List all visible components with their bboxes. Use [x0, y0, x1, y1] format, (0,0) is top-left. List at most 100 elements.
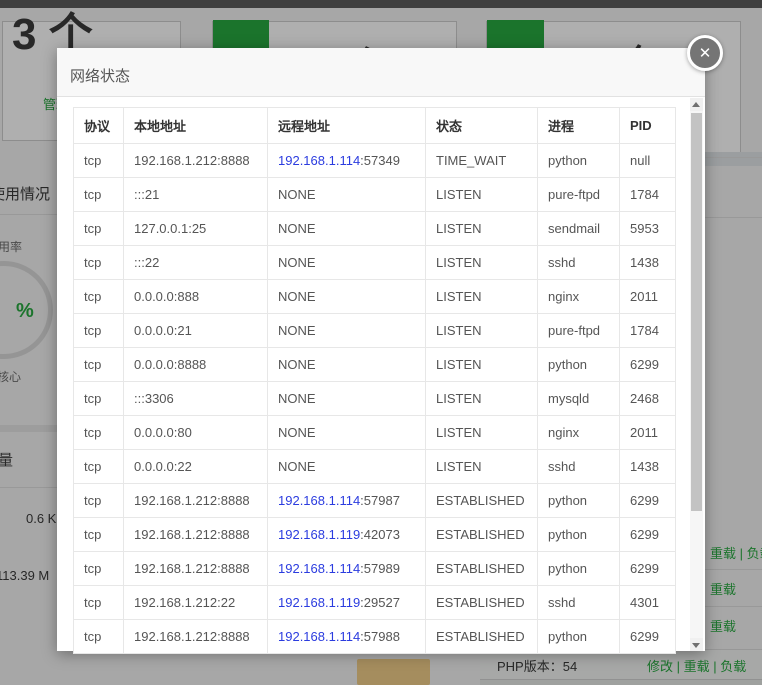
cell-state: ESTABLISHED: [426, 552, 538, 586]
cell-remote-address: NONE: [268, 450, 426, 484]
cell-pid: 4301: [620, 586, 676, 620]
arrow-up-icon: [692, 102, 700, 107]
cell-pid: 5953: [620, 212, 676, 246]
cell-remote-address: 192.168.1.119:42073: [268, 518, 426, 552]
remote-port: :29527: [360, 595, 400, 610]
cell-pid: 6299: [620, 552, 676, 586]
cell-process: sendmail: [538, 212, 620, 246]
cell-local-address: 192.168.1.212:22: [124, 586, 268, 620]
cell-remote-address: 192.168.1.119:29527: [268, 586, 426, 620]
scrollbar-thumb[interactable]: [691, 113, 702, 511]
column-header-5: PID: [620, 108, 676, 144]
cell-process: python: [538, 484, 620, 518]
cell-remote-address: NONE: [268, 382, 426, 416]
close-button[interactable]: ✕: [687, 35, 723, 71]
close-icon: ✕: [699, 44, 712, 62]
cell-state: LISTEN: [426, 416, 538, 450]
table-row: tcp192.168.1.212:8888 192.168.1.114:57349…: [74, 144, 676, 178]
cell-remote-address: NONE: [268, 280, 426, 314]
cell-local-address: 192.168.1.212:8888: [124, 484, 268, 518]
remote-port: :57988: [360, 629, 400, 644]
modal-header: 网络状态: [57, 48, 705, 97]
remote-port: :57349: [360, 153, 400, 168]
cell-state: LISTEN: [426, 246, 538, 280]
table-row: tcp192.168.1.212:8888192.168.1.119:42073…: [74, 518, 676, 552]
modal-scrollbar[interactable]: [690, 98, 703, 651]
cell-process: nginx: [538, 416, 620, 450]
table-row: tcp127.0.0.1:25NONELISTENsendmail5953: [74, 212, 676, 246]
remote-ip-link[interactable]: 192.168.1.114: [278, 629, 360, 644]
cell-local-address: 192.168.1.212:8888: [124, 552, 268, 586]
cell-protocol: tcp: [74, 178, 124, 212]
cell-state: LISTEN: [426, 382, 538, 416]
cell-state: ESTABLISHED: [426, 620, 538, 654]
cell-state: ESTABLISHED: [426, 484, 538, 518]
cell-state: LISTEN: [426, 348, 538, 382]
modal-title: 网络状态: [57, 48, 705, 86]
cell-local-address: 0.0.0.0:21: [124, 314, 268, 348]
scroll-up-button[interactable]: [690, 98, 703, 111]
network-status-modal: 网络状态 协议本地地址远程地址状态进程PID tcp192.168.1.212:…: [57, 48, 705, 651]
cell-protocol: tcp: [74, 212, 124, 246]
cell-state: TIME_WAIT: [426, 144, 538, 178]
cell-remote-address: 192.168.1.114:57989: [268, 552, 426, 586]
cell-state: ESTABLISHED: [426, 586, 538, 620]
cell-state: ESTABLISHED: [426, 518, 538, 552]
cell-state: LISTEN: [426, 212, 538, 246]
table-row: tcp0.0.0.0:8888NONELISTENpython6299: [74, 348, 676, 382]
remote-ip-link[interactable]: 192.168.1.119: [278, 595, 360, 610]
remote-ip-link[interactable]: 192.168.1.114: [278, 493, 360, 508]
cell-pid: 1438: [620, 246, 676, 280]
cell-protocol: tcp: [74, 620, 124, 654]
table-row: tcp0.0.0.0:888NONELISTENnginx2011: [74, 280, 676, 314]
cell-protocol: tcp: [74, 382, 124, 416]
cell-pid: 2468: [620, 382, 676, 416]
cell-pid: 1784: [620, 178, 676, 212]
cell-state: LISTEN: [426, 450, 538, 484]
cell-local-address: 192.168.1.212:8888: [124, 518, 268, 552]
cell-pid: 6299: [620, 620, 676, 654]
cell-process: python: [538, 144, 620, 178]
table-row: tcp192.168.1.212:8888192.168.1.114:57987…: [74, 484, 676, 518]
cell-protocol: tcp: [74, 348, 124, 382]
table-row: tcp:::21NONELISTENpure-ftpd1784: [74, 178, 676, 212]
remote-ip-link[interactable]: 192.168.1.119: [278, 527, 360, 542]
cell-local-address: :::21: [124, 178, 268, 212]
cell-local-address: 127.0.0.1:25: [124, 212, 268, 246]
cell-protocol: tcp: [74, 552, 124, 586]
cell-process: pure-ftpd: [538, 178, 620, 212]
cell-state: LISTEN: [426, 280, 538, 314]
remote-ip-link[interactable]: 192.168.1.114: [278, 561, 360, 576]
cell-pid: 6299: [620, 484, 676, 518]
cell-pid: 1438: [620, 450, 676, 484]
cell-local-address: 192.168.1.212:8888: [124, 620, 268, 654]
scroll-down-button[interactable]: [690, 638, 703, 651]
cell-process: python: [538, 620, 620, 654]
cell-pid: 6299: [620, 348, 676, 382]
table-row: tcp192.168.1.212:8888192.168.1.114:57989…: [74, 552, 676, 586]
table-row: tcp0.0.0.0:80NONELISTENnginx2011: [74, 416, 676, 450]
cell-remote-address: NONE: [268, 416, 426, 450]
cell-protocol: tcp: [74, 144, 124, 178]
cell-remote-address: NONE: [268, 314, 426, 348]
cell-pid: 1784: [620, 314, 676, 348]
cell-process: nginx: [538, 280, 620, 314]
cell-local-address: 0.0.0.0:22: [124, 450, 268, 484]
cell-local-address: 192.168.1.212:8888: [124, 144, 268, 178]
cell-process: python: [538, 348, 620, 382]
cell-remote-address: NONE: [268, 212, 426, 246]
cell-process: mysqld: [538, 382, 620, 416]
cell-pid: 2011: [620, 416, 676, 450]
column-header-3: 状态: [426, 108, 538, 144]
network-table: 协议本地地址远程地址状态进程PID tcp192.168.1.212:88881…: [73, 107, 676, 654]
cell-local-address: 0.0.0.0:888: [124, 280, 268, 314]
cell-local-address: :::3306: [124, 382, 268, 416]
cell-process: pure-ftpd: [538, 314, 620, 348]
cell-protocol: tcp: [74, 586, 124, 620]
table-row: tcp0.0.0.0:21NONELISTENpure-ftpd1784: [74, 314, 676, 348]
cell-local-address: :::22: [124, 246, 268, 280]
remote-ip-link[interactable]: 192.168.1.114: [278, 153, 360, 168]
cell-local-address: 0.0.0.0:80: [124, 416, 268, 450]
cell-process: sshd: [538, 246, 620, 280]
cell-protocol: tcp: [74, 484, 124, 518]
